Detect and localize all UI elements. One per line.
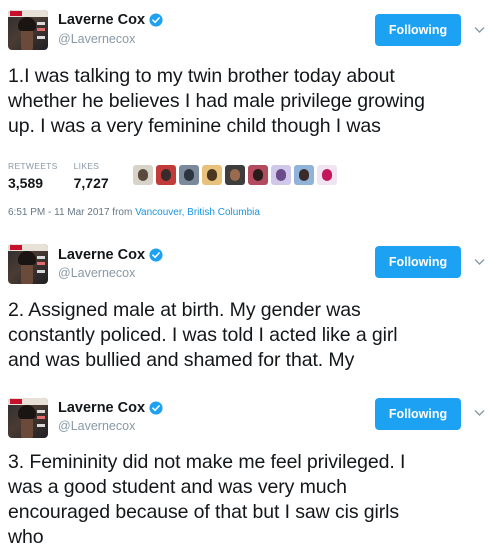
liker-avatar[interactable] (247, 165, 268, 185)
author-name-line: Laverne Cox (58, 12, 163, 28)
liker-avatar[interactable] (224, 165, 245, 185)
liker-avatar[interactable] (270, 165, 291, 185)
tweet-stats: RETWEETS 3,589 LIKES 7,727 (8, 161, 340, 191)
following-button[interactable]: Following (375, 14, 461, 46)
likes-count: 7,727 (73, 175, 109, 191)
user-handle[interactable]: @Lavernecox (58, 419, 135, 433)
verified-badge-icon (149, 13, 163, 27)
retweets-label: RETWEETS (8, 161, 58, 171)
author-name-line: Laverne Cox (58, 400, 163, 416)
retweets-stat[interactable]: RETWEETS 3,589 (8, 161, 58, 191)
user-handle[interactable]: @Lavernecox (58, 266, 135, 280)
liker-avatars (132, 165, 340, 185)
tweet-timestamp: 6:51 PM - 11 Mar 2017 from Vancouver, Br… (8, 207, 260, 218)
user-handle[interactable]: @Lavernecox (58, 32, 135, 46)
liker-avatar[interactable] (155, 165, 176, 185)
display-name[interactable]: Laverne Cox (58, 400, 145, 416)
tweet-text: 1.I was talking to my twin brother today… (8, 65, 425, 137)
liker-avatar[interactable] (132, 165, 153, 185)
author-name-line: Laverne Cox (58, 247, 163, 263)
liker-avatar[interactable] (201, 165, 222, 185)
retweets-count: 3,589 (8, 175, 44, 191)
location-link[interactable]: Vancouver, British Columbia (135, 207, 260, 218)
display-name[interactable]: Laverne Cox (58, 12, 145, 28)
chevron-down-icon[interactable] (474, 258, 485, 266)
liker-avatar[interactable] (293, 165, 314, 185)
tweet-text: 3. Femininity did not make me feel privi… (8, 451, 406, 548)
following-button[interactable]: Following (375, 398, 461, 430)
tweet-text: 2. Assigned male at birth. My gender was… (8, 299, 398, 371)
liker-avatar[interactable] (178, 165, 199, 185)
likes-stat[interactable]: LIKES 7,727 (74, 161, 109, 191)
profile-avatar[interactable] (8, 244, 48, 284)
profile-avatar[interactable] (8, 10, 48, 50)
profile-avatar[interactable] (8, 398, 48, 438)
chevron-down-icon[interactable] (474, 409, 485, 417)
verified-badge-icon (149, 248, 163, 262)
timestamp-text[interactable]: 6:51 PM - 11 Mar 2017 from (8, 207, 135, 218)
liker-avatar[interactable] (316, 165, 337, 185)
likes-label: LIKES (73, 161, 100, 171)
following-button[interactable]: Following (375, 246, 461, 278)
chevron-down-icon[interactable] (474, 26, 485, 34)
display-name[interactable]: Laverne Cox (58, 247, 145, 263)
verified-badge-icon (149, 401, 163, 415)
